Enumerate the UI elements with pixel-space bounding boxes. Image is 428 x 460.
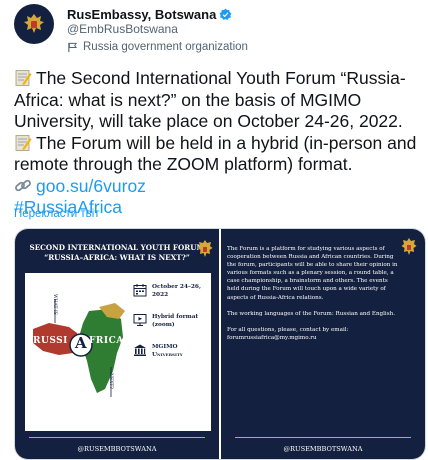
forum-venue-line-1: MGIMO <box>152 344 178 350</box>
tweet-line-2: Africa: what is next?” on the basis of M… <box>14 89 362 110</box>
forum-poster-image[interactable]: SECOND INTERNATIONAL YOUTH FORUM “RUSSIA… <box>15 229 219 459</box>
calendar-icon <box>133 284 147 297</box>
map-caption-top: WHAT IS <box>52 294 57 315</box>
poster-panel: WHAT IS RUSSI A FRICA NEXT? October 24–2… <box>25 273 211 431</box>
description-text: The Forum is a platform for studying var… <box>227 245 399 350</box>
russia-africa-map: WHAT IS RUSSI A FRICA NEXT? <box>29 293 131 401</box>
info-date: October 24–26, 2022 <box>133 283 211 299</box>
forum-format: Hybrid format (zoom) <box>152 314 199 328</box>
forum-date: October 24–26, 2022 <box>152 284 201 298</box>
map-text-russia: RUSSI <box>33 336 68 346</box>
poster-title: SECOND INTERNATIONAL YOUTH FORUM “RUSSIA… <box>23 243 211 263</box>
tweet-text: The Second International Youth Forum “Ru… <box>14 68 424 219</box>
info-format: Hybrid format (zoom) <box>133 313 211 329</box>
tweet-line-5: remote through the ZOOM platform) format… <box>14 154 353 174</box>
verified-badge-icon <box>219 8 232 20</box>
tweet-link[interactable]: goo.su/6vuroz <box>36 176 146 196</box>
forum-venue-line-2: University <box>152 352 183 358</box>
display-name[interactable]: RusEmbassy, Botswana <box>67 7 216 22</box>
memo-emoji-icon <box>15 134 32 151</box>
map-caption-bottom: NEXT? <box>108 373 113 389</box>
poster-footer-handle: @RUSEMBBOTSWANA <box>77 445 157 453</box>
description-paragraph-1: The Forum is a platform for studying var… <box>227 246 398 301</box>
label-text: Russia government organization <box>83 41 248 53</box>
poster-title-line-1: SECOND INTERNATIONAL YOUTH FORUM <box>29 243 205 252</box>
tweet-line-3: University, will take place on October 2… <box>14 111 403 131</box>
coat-of-arms-icon <box>401 238 417 255</box>
university-building-icon <box>134 344 146 356</box>
avatar[interactable] <box>14 4 54 44</box>
flag-icon <box>68 42 78 53</box>
memo-emoji-icon <box>15 70 32 86</box>
tweet-line-4: The Forum will be held in a hybrid (in-p… <box>36 132 417 153</box>
link-emoji-icon <box>15 179 31 191</box>
tweet-media[interactable]: SECOND INTERNATIONAL YOUTH FORUM “RUSSIA… <box>14 228 426 460</box>
description-footer-handle: @RUSEMBBOTSWANA <box>283 445 363 453</box>
description-divider <box>235 437 411 438</box>
forum-description-image[interactable]: The Forum is a platform for studying var… <box>221 229 425 459</box>
monitor-icon <box>133 314 147 326</box>
poster-title-line-2: “RUSSIA–AFRICA: WHAT IS NEXT?” <box>44 253 190 262</box>
tweet-header: RusEmbassy, Botswana @EmbRusBotswana Rus… <box>14 4 248 55</box>
poster-divider <box>29 437 205 438</box>
info-venue: MGIMO University <box>133 343 211 359</box>
translate-tweet-link[interactable]: Перекласти твіт <box>14 208 100 220</box>
map-letter-a: A <box>75 334 87 352</box>
coat-of-arms-icon <box>24 14 44 33</box>
description-paragraph-3: For all questions, please, contact by em… <box>227 326 349 341</box>
coat-of-arms-icon <box>197 240 213 257</box>
user-handle[interactable]: @EmbRusBotswana <box>67 22 248 37</box>
description-paragraph-2: The working languages of the Forum: Russ… <box>227 310 395 317</box>
forum-info: October 24–26, 2022 Hybrid format (zoom) <box>133 283 211 373</box>
tweet-line-1: The Second International Youth Forum “Ru… <box>36 68 406 88</box>
government-label: Russia government organization <box>67 40 248 55</box>
map-text-africa: FRICA <box>89 336 124 346</box>
